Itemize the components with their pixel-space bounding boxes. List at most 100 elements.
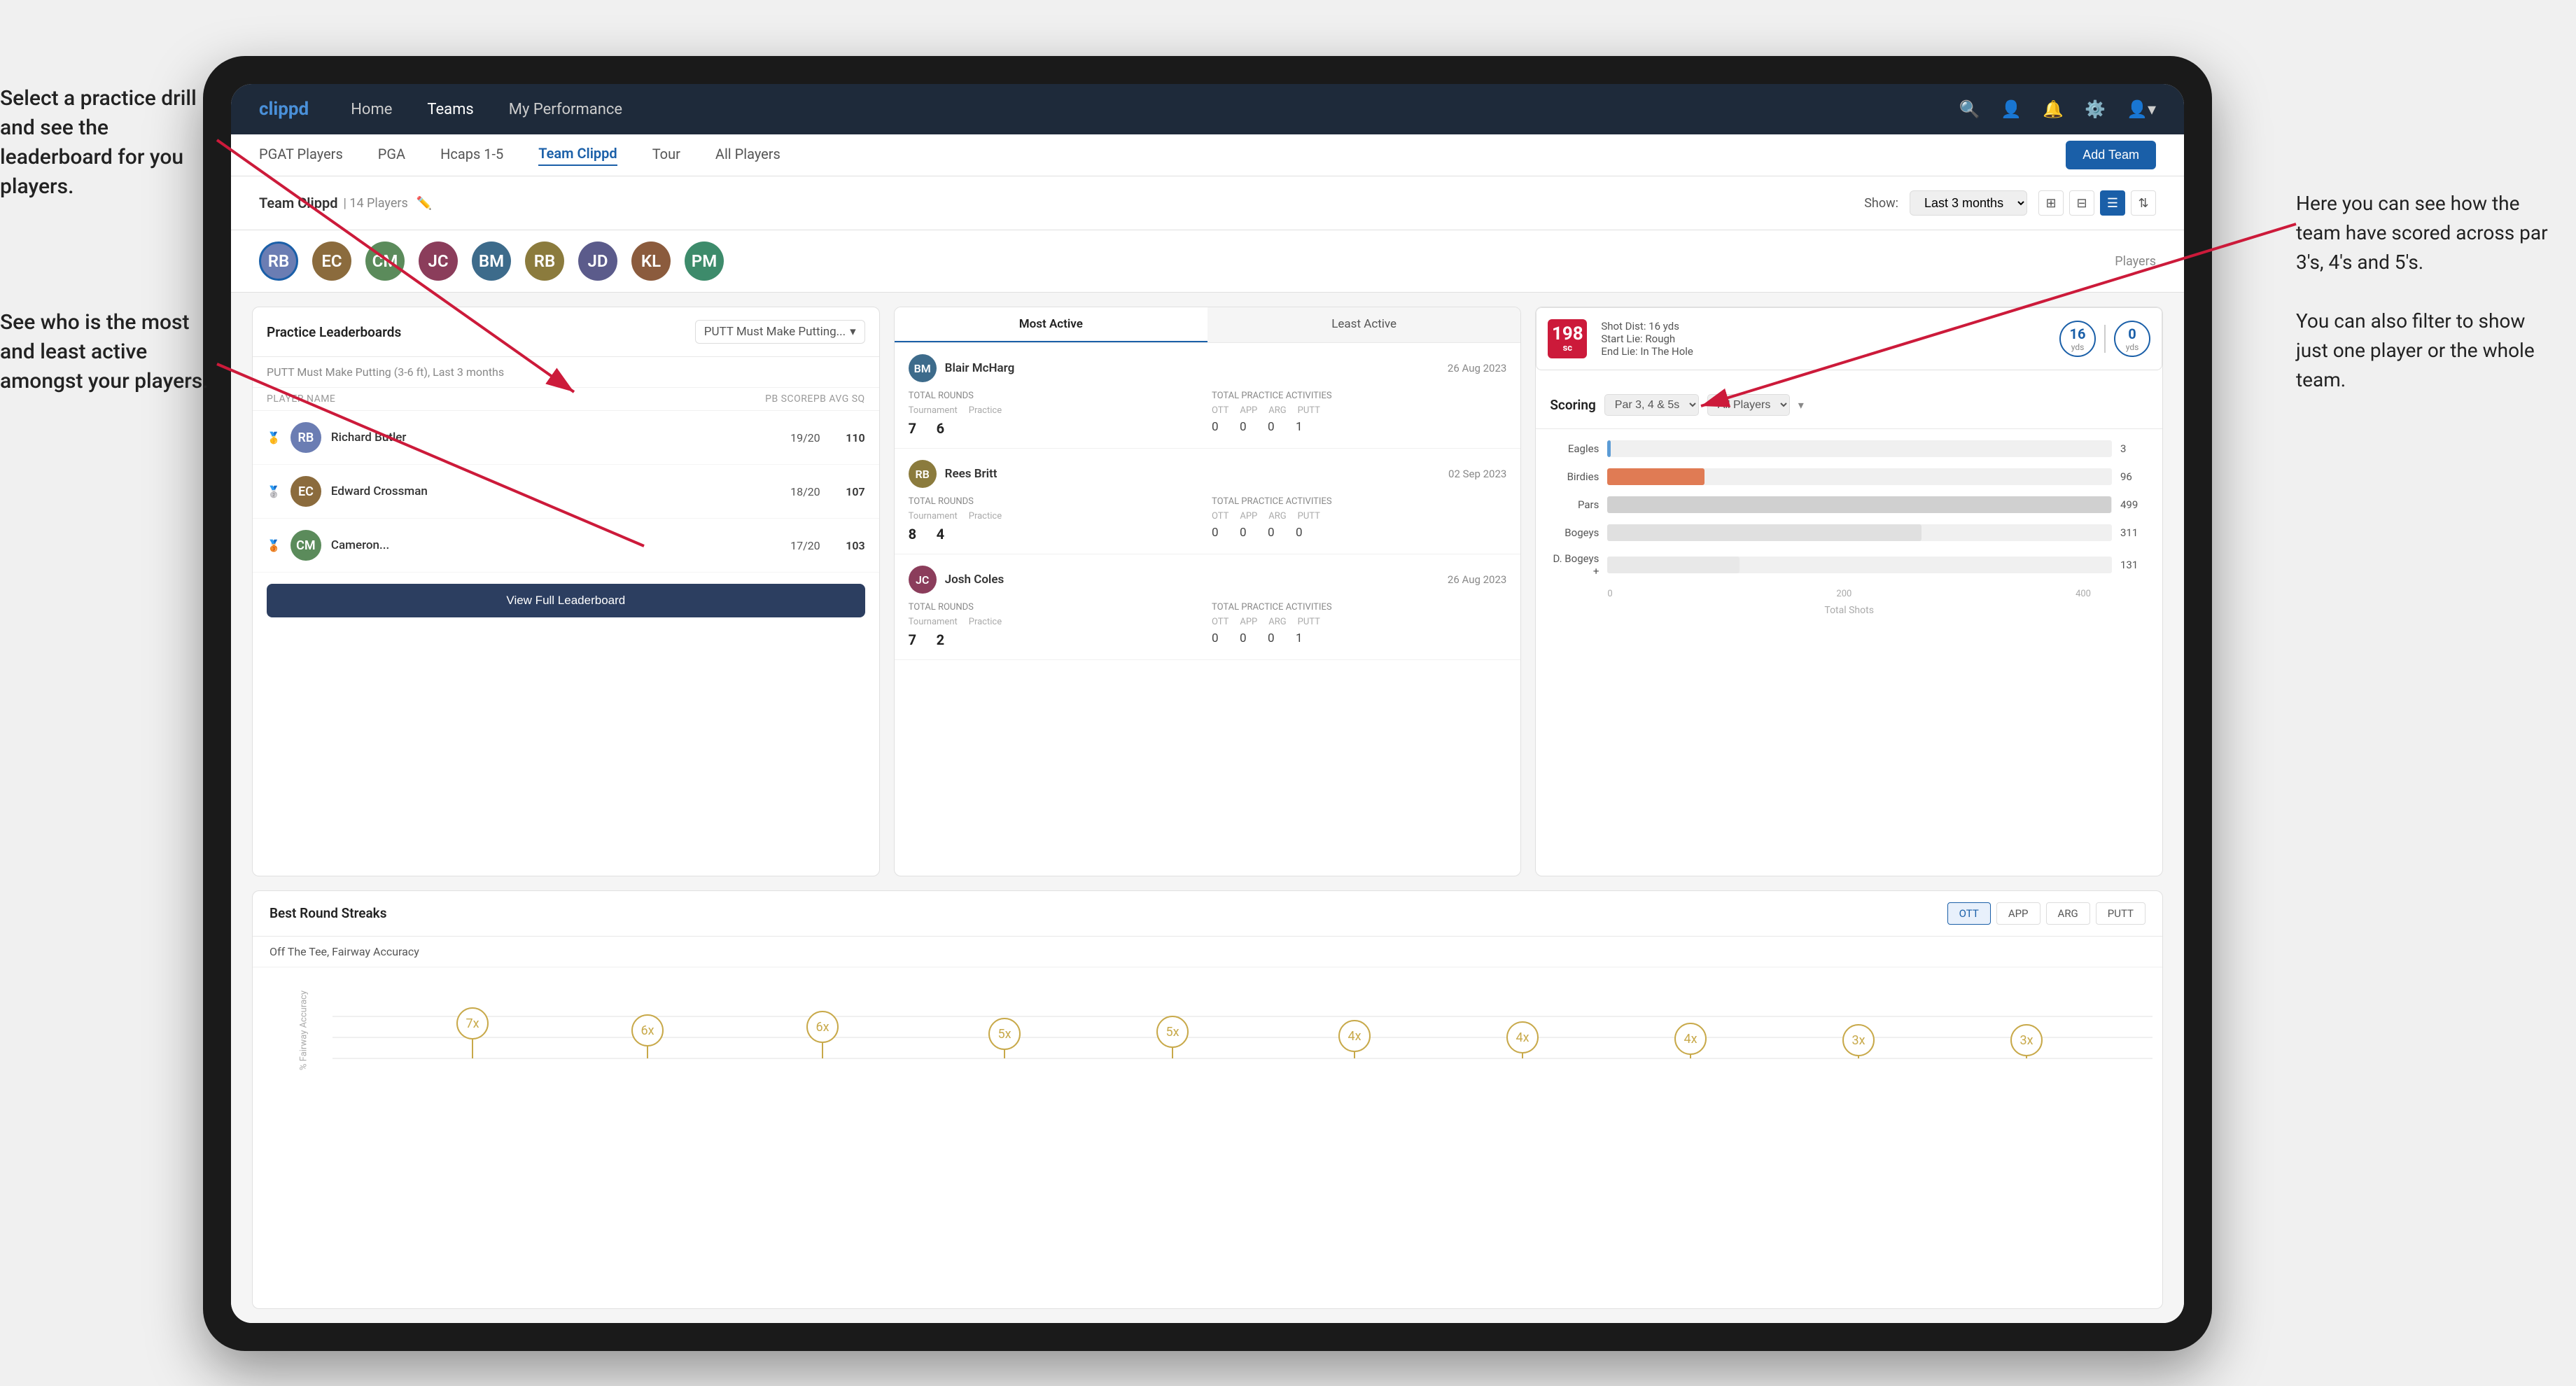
bar-label-pars: Pars [1550,498,1599,511]
most-active-tab[interactable]: Most Active [895,307,1208,342]
lb-score-2: 18/20 [771,485,820,498]
bar-label-dbogeys: D. Bogeys + [1550,552,1599,578]
annotation-left-top: Select a practice drill and see the lead… [0,84,217,202]
player-avatar-4[interactable]: JC [419,241,458,281]
lb-name-3: Cameron... [331,538,762,552]
leaderboard-title: Practice Leaderboards [267,324,401,340]
active-name-2: Rees Britt [945,467,1440,481]
active-stats-3: Total Rounds Tournament Practice 7 2 [909,602,1507,648]
active-stats-2: Total Rounds Tournament Practice 8 4 [909,496,1507,542]
settings-icon[interactable]: ⚙️ [2085,99,2106,119]
streaks-chart: % Fairway Accuracy 7x [253,967,2162,1093]
round-sublabels-1: Tournament Practice [909,405,1203,416]
active-date-1: 26 Aug 2023 [1448,362,1506,374]
bar-value-birdies: 96 [2120,470,2148,483]
add-team-button[interactable]: Add Team [2066,141,2156,169]
scoring-players-select[interactable]: All Players [1707,394,1790,416]
lb-row-1[interactable]: 🥇 RB Richard Butler 19/20 110 [253,411,879,465]
medal-gold: 🥇 [267,431,281,444]
streaks-tab-arg[interactable]: ARG [2046,902,2090,925]
subnav-pgat[interactable]: PGAT Players [259,146,343,165]
subnav-team-clippd[interactable]: Team Clippd [538,145,617,166]
edit-icon[interactable]: ✏️ [416,196,432,211]
search-icon[interactable]: 🔍 [1959,99,1980,119]
stat-practice-2: Total Practice Activities OTT APP ARG PU… [1212,496,1506,542]
streaks-tab-app[interactable]: APP [1996,902,2040,925]
lb-avg-1: 110 [830,431,865,444]
active-player-row-3: JC Josh Coles 26 Aug 2023 Total Rounds T… [895,554,1521,660]
players-row: RB EC CM JC BM RB JD KL PM Players [231,230,2184,293]
active-avatar-1: BM [909,354,937,382]
bar-row-pars: Pars 499 [1550,496,2148,513]
lb-row-2[interactable]: 🥈 EC Edward Crossman 18/20 107 [253,465,879,519]
shot-divider [2104,325,2106,353]
shot-info: Shot Dist: 16 yds Start Lie: Rough End L… [1601,320,2045,358]
player-avatar-6[interactable]: RB [525,241,564,281]
stat-practice-3: Total Practice Activities OTT APP ARG PU… [1212,602,1506,648]
lb-name-1: Richard Butler [331,430,762,444]
nav-home[interactable]: Home [351,101,392,118]
active-avatar-2: RB [909,460,937,488]
shot-badge: 198 sc [1548,319,1587,358]
show-period-select[interactable]: Last 3 months Last 6 months Last year [1910,190,2027,216]
bar-fill-birdies [1607,468,1704,485]
view-full-leaderboard-button[interactable]: View Full Leaderboard [267,584,865,617]
streaks-title: Best Round Streaks [270,905,386,921]
practice-sublabels-1: OTT APP ARG PUTT [1212,405,1506,416]
bar-value-bogeys: 311 [2120,526,2148,539]
person-icon[interactable]: 👤 [2001,99,2022,119]
team-title: Team Clippd [259,195,337,211]
profile-icon[interactable]: 👤▾ [2127,99,2156,119]
streaks-tab-ott[interactable]: OTT [1947,902,1991,925]
lb-avatar-1: RB [290,422,321,453]
leaderboard-panel: Practice Leaderboards PUTT Must Make Put… [252,307,880,876]
player-avatar-8[interactable]: KL [631,241,671,281]
active-avatar-3: JC [909,566,937,594]
nav-links: Home Teams My Performance [351,101,1959,118]
least-active-tab[interactable]: Least Active [1208,307,1520,342]
player-avatar-1[interactable]: RB [259,241,298,281]
subnav: PGAT Players PGA Hcaps 1-5 Team Clippd T… [231,134,2184,176]
lb-name-2: Edward Crossman [331,484,762,498]
player-avatar-2[interactable]: EC [312,241,351,281]
active-player-row-1: BM Blair McHarg 26 Aug 2023 Total Rounds… [895,343,1521,449]
chart-axis: 0 200 400 [1550,589,2148,599]
chevron-down-icon-scoring: ▾ [1798,398,1804,412]
subnav-all-players[interactable]: All Players [715,146,780,165]
shot-circle-1: 16 yds [2059,321,2096,357]
view-list[interactable]: ☰ [2100,190,2125,216]
round-values-1: 7 6 [909,420,1203,437]
nav-teams[interactable]: Teams [427,101,473,118]
player-avatar-5[interactable]: BM [472,241,511,281]
stat-rounds-3: Total Rounds Tournament Practice 7 2 [909,602,1203,648]
players-label: Players [2115,254,2156,269]
player-avatar-9[interactable]: PM [685,241,724,281]
streaks-tabs: OTT APP ARG PUTT [1947,902,2146,925]
lb-row-3[interactable]: 🥉 CM Cameron... 17/20 103 [253,519,879,573]
bar-container-dbogeys [1607,556,2112,573]
show-controls: Show: Last 3 months Last 6 months Last y… [1864,190,2156,216]
subnav-pga[interactable]: PGA [378,146,405,165]
scoring-header: Scoring Par 3, 4 & 5s All Players ▾ [1536,382,2162,429]
active-name-1: Blair McHarg [945,361,1439,375]
bar-value-eagles: 3 [2120,442,2148,455]
subnav-hcaps[interactable]: Hcaps 1-5 [440,146,503,165]
nav-performance[interactable]: My Performance [509,101,622,118]
view-grid-large[interactable]: ⊞ [2038,190,2064,216]
subnav-tour[interactable]: Tour [652,146,680,165]
player-avatar-3[interactable]: CM [365,241,405,281]
scoring-par-select[interactable]: Par 3, 4 & 5s [1604,394,1699,416]
active-player-header-1: BM Blair McHarg 26 Aug 2023 [909,354,1507,382]
active-player-header-3: JC Josh Coles 26 Aug 2023 [909,566,1507,594]
active-player-header-2: RB Rees Britt 02 Sep 2023 [909,460,1507,488]
streaks-tab-putt[interactable]: PUTT [2096,902,2146,925]
player-avatar-7[interactable]: JD [578,241,617,281]
view-filter[interactable]: ⇅ [2131,190,2156,216]
total-practice-label-1: Total Practice Activities [1212,391,1506,401]
bell-icon[interactable]: 🔔 [2043,99,2064,119]
leaderboard-dropdown[interactable]: PUTT Must Make Putting... ▾ [695,320,865,344]
team-header: Team Clippd | 14 Players ✏️ Show: Last 3… [231,176,2184,230]
view-icons: ⊞ ⊟ ☰ ⇅ [2038,190,2156,216]
bar-value-dbogeys: 131 [2120,559,2148,571]
view-grid-small[interactable]: ⊟ [2069,190,2094,216]
